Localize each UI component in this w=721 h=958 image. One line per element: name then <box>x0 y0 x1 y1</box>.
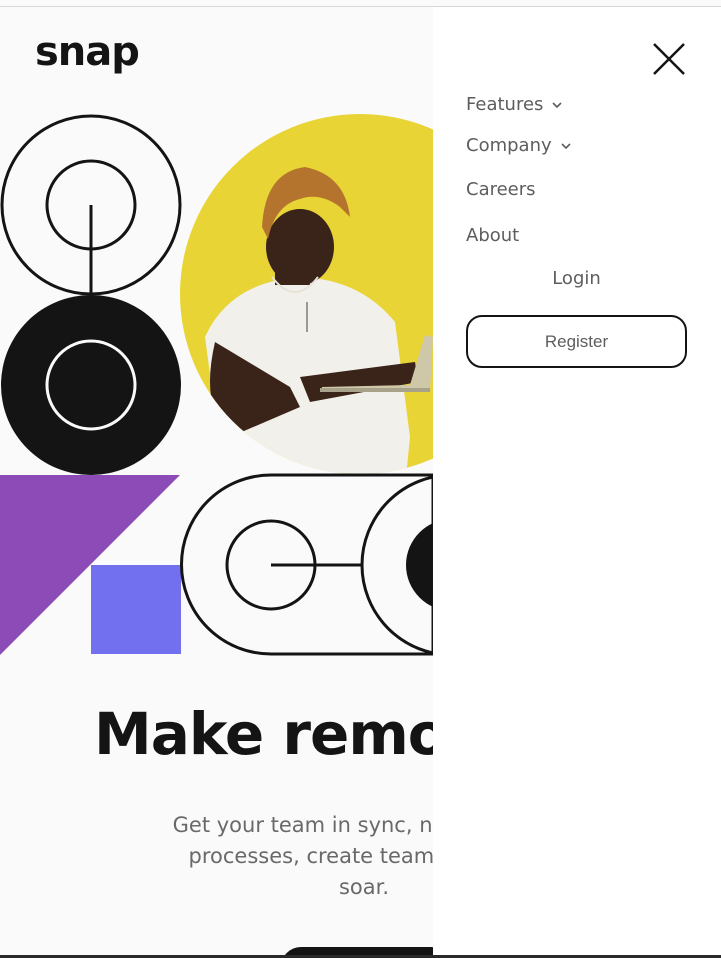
violet-square <box>91 565 181 654</box>
menu-item-features[interactable]: Features <box>466 94 563 116</box>
login-link[interactable]: Login <box>466 268 687 290</box>
learn-more-button[interactable] <box>281 947 451 955</box>
register-button[interactable]: Register <box>466 315 687 368</box>
menu-item-label: Features <box>466 94 544 115</box>
menu-item-company[interactable]: Company <box>466 135 572 157</box>
chevron-down-icon <box>561 143 571 150</box>
menu-item-label: About <box>466 225 520 246</box>
menu-item-label: Company <box>466 135 552 156</box>
hero-illustration <box>0 114 433 656</box>
hero-headline: Make remot <box>94 700 474 768</box>
black-circle <box>1 295 181 475</box>
logo[interactable]: snap <box>35 29 140 75</box>
chevron-down-icon <box>552 102 562 109</box>
close-icon[interactable] <box>652 42 686 76</box>
menu-item-label: Careers <box>466 179 536 200</box>
menu-item-careers[interactable]: Careers <box>466 179 536 201</box>
menu-item-about[interactable]: About <box>466 225 519 247</box>
